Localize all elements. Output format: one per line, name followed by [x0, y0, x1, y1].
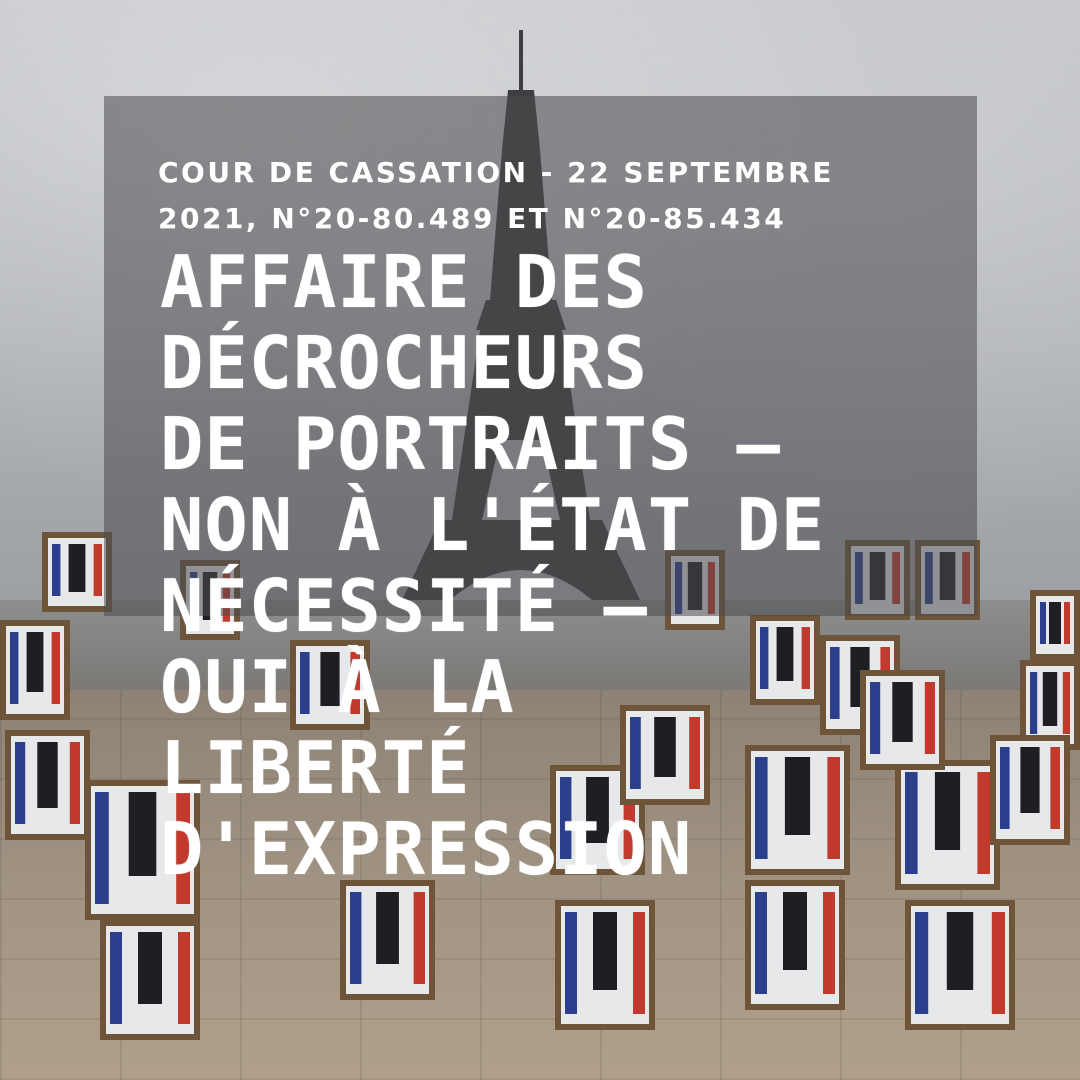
portrait-figure [128, 792, 157, 876]
portrait-figure [138, 932, 162, 1004]
photo-background: COUR DE CASSATION - 22 SEPTEMBRE 2021, N… [0, 0, 1080, 1080]
portrait-figure [37, 742, 58, 808]
portrait-figure [593, 912, 617, 990]
flag-stripe [69, 742, 80, 824]
court-decision-reference: COUR DE CASSATION - 22 SEPTEMBRE 2021, N… [158, 156, 834, 235]
headline: AFFAIRE DES DÉCROCHEURS DE PORTRAITS – N… [160, 242, 940, 890]
flag-stripe [1062, 672, 1070, 734]
portrait-figure [68, 544, 86, 592]
headline-line: D'EXPRESSION [160, 807, 693, 891]
flag-stripe [110, 932, 122, 1024]
headline-line: LIBERTÉ [160, 726, 471, 810]
flag-stripe [95, 792, 109, 904]
headline-line: NON À L'ÉTAT DE [160, 483, 826, 567]
flag-stripe [823, 892, 835, 994]
flag-stripe [1040, 602, 1046, 644]
flag-stripe [413, 892, 425, 984]
flag-stripe [1050, 747, 1060, 829]
headline-line: DÉCROCHEURS [160, 321, 648, 405]
portrait-figure [26, 632, 44, 692]
flag-stripe [565, 912, 577, 1014]
portrait-figure [783, 892, 807, 970]
flag-stripe [93, 544, 102, 596]
headline-line: DE PORTRAITS – [160, 402, 781, 486]
portrait-figure [946, 912, 974, 990]
headline-line: AFFAIRE DES [160, 240, 648, 324]
flag-stripe [1000, 747, 1010, 829]
flag-stripe [350, 892, 362, 984]
flag-stripe [915, 912, 929, 1014]
flag-stripe [10, 632, 19, 704]
flag-stripe [755, 892, 767, 994]
portrait-figure [376, 892, 399, 964]
headline-line: OUI À LA [160, 645, 515, 729]
flag-stripe [991, 912, 1005, 1014]
portrait-figure [1049, 602, 1061, 644]
flag-stripe [633, 912, 645, 1014]
portrait-figure [1020, 747, 1040, 813]
flag-stripe [178, 932, 190, 1024]
flag-stripe [977, 772, 990, 874]
portrait-figure [1042, 672, 1058, 726]
headline-line: NÉCESSITÉ – [160, 564, 648, 648]
flag-stripe [52, 544, 61, 596]
flag-stripe [1064, 602, 1070, 644]
flag-stripe [1030, 672, 1038, 734]
flag-stripe [15, 742, 26, 824]
flag-stripe [51, 632, 60, 704]
